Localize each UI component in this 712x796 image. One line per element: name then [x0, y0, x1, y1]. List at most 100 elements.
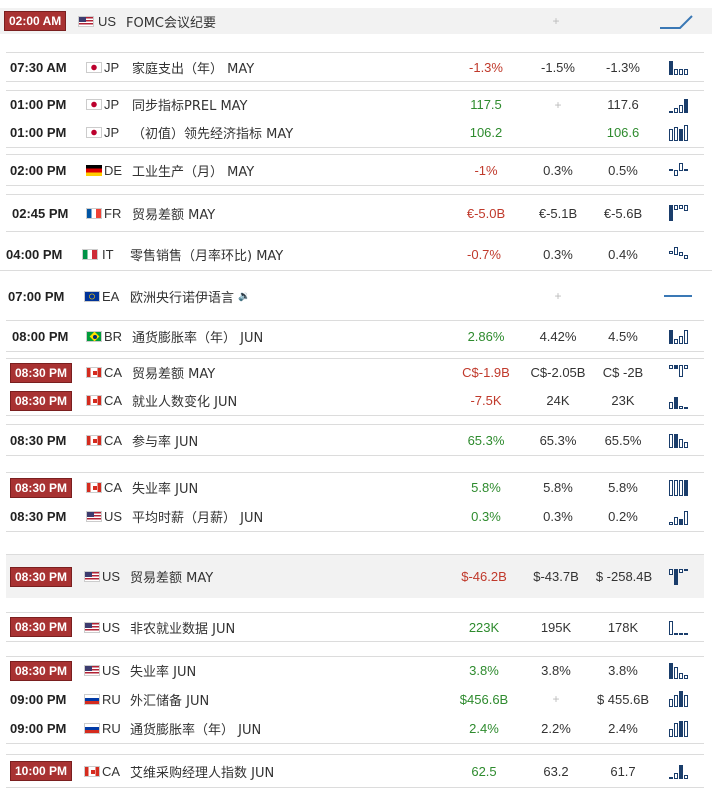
event-row[interactable]: 01:00 PM JP （初值）领先经济指标 MAY 106.2 106.6	[6, 118, 704, 148]
actual-value: $456.6B	[459, 691, 509, 707]
jp-flag-icon	[86, 53, 102, 81]
event-name[interactable]: 贸易差额 MAY	[132, 359, 215, 386]
previous-value: 0.5%	[608, 162, 638, 178]
ca-flag-icon	[86, 386, 102, 415]
previous-value: 3.8%	[608, 663, 638, 678]
jp-flag-icon	[86, 118, 102, 147]
actual-value: 2.86%	[467, 328, 505, 344]
forecast-add-button[interactable]: +	[530, 91, 586, 118]
event-time: 01:00 PM	[10, 97, 67, 112]
event-row[interactable]: 01:00 PM JP 同步指标PREL MAY 117.5 + 117.6	[6, 90, 704, 118]
event-row[interactable]: 04:00 PM IT 零售销售（月率环比) MAY -0.7% 0.3% 0.…	[0, 238, 712, 271]
event-name[interactable]: 贸易差额 MAY	[130, 555, 213, 598]
previous-value: $ 455.6B	[596, 691, 650, 707]
event-name[interactable]: 平均时薪（月薪） JUN	[132, 502, 263, 531]
event-row[interactable]: 08:30 PM US 平均时薪（月薪） JUN 0.3% 0.3% 0.2%	[6, 502, 704, 532]
actual-value: €-5.0B	[466, 205, 506, 221]
event-name[interactable]: 外汇储备 JUN	[130, 684, 209, 714]
event-name[interactable]: 失业率 JUN	[132, 473, 198, 502]
country-code: CA	[104, 480, 123, 495]
forecast-value: 24K	[546, 393, 570, 408]
forecast-value: C$-2.05B	[530, 365, 586, 380]
event-row[interactable]: 08:30 PM CA 贸易差额 MAY C$-1.9B C$-2.05B C$…	[6, 358, 704, 386]
actual-value: -7.5K	[470, 393, 502, 408]
actual-value: 3.8%	[469, 663, 499, 678]
event-row[interactable]: 02:00 AM US FOMC会议纪要 +	[0, 8, 712, 34]
forecast-add-button[interactable]: +	[530, 280, 586, 312]
event-row[interactable]: 02:45 PM FR 贸易差额 MAY €-5.0B €-5.1B €-5.6…	[6, 194, 704, 232]
event-row[interactable]: 08:30 PM CA 参与率 JUN 65.3% 65.3% 65.5%	[6, 424, 704, 456]
event-row[interactable]: 08:30 PM CA 失业率 JUN 5.8% 5.8% 5.8%	[6, 472, 704, 502]
event-time: 08:00 PM	[12, 328, 69, 344]
history-chart-icon[interactable]	[658, 755, 698, 787]
event-name[interactable]: 工业生产（月） MAY	[132, 155, 254, 185]
forecast-add-button[interactable]: +	[528, 684, 584, 714]
event-name[interactable]: 同步指标PREL MAY	[132, 91, 248, 118]
history-chart-icon[interactable]	[658, 53, 698, 81]
actual-value: 62.5	[471, 763, 497, 779]
forecast-value: $-43.7B	[533, 569, 579, 584]
event-time: 02:00 AM	[4, 8, 67, 34]
previous-value: 23K	[611, 393, 635, 408]
us-flag-icon	[78, 8, 94, 34]
event-row[interactable]: 10:00 PM CA 艾维采购经理人指数 JUN 62.5 63.2 61.7	[6, 754, 704, 788]
event-row[interactable]: 09:00 PM RU 通货膨胀率（年） JUN 2.4% 2.2% 2.4%	[6, 714, 704, 744]
event-row[interactable]: 07:00 PM EA 欧洲央行诺伊语言 🔉 +	[0, 280, 712, 312]
history-chart-icon[interactable]	[658, 425, 698, 455]
previous-value: C$ -2B	[602, 365, 644, 380]
forecast-value: 63.2	[543, 763, 569, 779]
event-name[interactable]: FOMC会议纪要	[126, 8, 216, 34]
event-name[interactable]: 非农就业数据 JUN	[130, 613, 235, 641]
history-chart-icon[interactable]	[658, 473, 698, 502]
history-chart-icon[interactable]	[658, 657, 698, 684]
history-chart-icon[interactable]	[658, 155, 698, 185]
event-time: 08:30 PM	[10, 386, 73, 415]
event-row[interactable]: 09:00 PM RU 外汇储备 JUN $456.6B + $ 455.6B	[6, 684, 704, 714]
event-time: 08:30 PM	[10, 555, 73, 598]
country-code: FR	[104, 205, 122, 221]
event-time: 08:30 PM	[10, 657, 73, 684]
history-chart-icon[interactable]	[658, 555, 698, 598]
event-name[interactable]: 贸易差额 MAY	[132, 195, 215, 231]
event-row[interactable]: 08:30 PM US 失业率 JUN 3.8% 3.8% 3.8%	[6, 656, 704, 684]
history-chart-icon[interactable]	[658, 195, 698, 231]
event-name[interactable]: 通货膨胀率（年） JUN	[130, 714, 261, 743]
history-chart-icon[interactable]	[658, 91, 698, 118]
event-name[interactable]: 家庭支出（年） MAY	[132, 53, 254, 81]
event-row[interactable]: 08:30 PM CA 就业人数变化 JUN -7.5K 24K 23K	[6, 386, 704, 416]
event-name[interactable]: （初值）领先经济指标 MAY	[132, 118, 293, 147]
sparkline-icon	[658, 280, 698, 312]
event-name[interactable]: 失业率 JUN	[130, 657, 196, 684]
de-flag-icon	[86, 155, 102, 185]
event-name[interactable]: 艾维采购经理人指数 JUN	[130, 755, 274, 787]
event-row[interactable]: 07:30 AM JP 家庭支出（年） MAY -1.3% -1.5% -1.3…	[6, 52, 704, 82]
event-name[interactable]: 就业人数变化 JUN	[132, 386, 237, 415]
event-row[interactable]: 02:00 PM DE 工业生产（月） MAY -1% 0.3% 0.5%	[6, 154, 704, 186]
history-chart-icon[interactable]	[658, 502, 698, 531]
ca-flag-icon	[86, 425, 102, 455]
event-name[interactable]: 通货膨胀率（年） JUN	[132, 321, 263, 351]
history-chart-icon[interactable]	[658, 238, 698, 270]
event-row[interactable]: 08:00 PM BR 通货膨胀率（年） JUN 2.86% 4.42% 4.5…	[6, 320, 704, 352]
history-chart-icon[interactable]	[658, 359, 698, 386]
actual-value: -0.7%	[467, 246, 501, 262]
history-chart-icon[interactable]	[658, 714, 698, 743]
event-name[interactable]: 参与率 JUN	[132, 425, 198, 455]
event-row[interactable]: 08:30 PM US 非农就业数据 JUN 223K 195K 178K	[6, 612, 704, 642]
actual-value: -1.3%	[469, 59, 503, 75]
history-chart-icon[interactable]	[658, 684, 698, 714]
br-flag-icon	[86, 321, 102, 351]
forecast-value: 2.2%	[541, 721, 571, 736]
event-name-with-speaker[interactable]: 欧洲央行诺伊语言 🔉	[130, 280, 250, 312]
previous-value: 65.5%	[604, 432, 642, 448]
event-row[interactable]: 08:30 PM US 贸易差额 MAY $-46.2B $-43.7B $ -…	[6, 554, 704, 598]
event-name[interactable]: 零售销售（月率环比) MAY	[130, 238, 283, 270]
event-time: 08:30 PM	[10, 613, 73, 641]
history-chart-icon[interactable]	[658, 321, 698, 351]
event-time: 09:00 PM	[10, 721, 67, 736]
history-chart-icon[interactable]	[658, 386, 698, 415]
history-chart-icon[interactable]	[658, 613, 698, 641]
us-flag-icon	[84, 555, 100, 598]
forecast-add-button[interactable]: +	[528, 8, 584, 34]
history-chart-icon[interactable]	[658, 118, 698, 147]
